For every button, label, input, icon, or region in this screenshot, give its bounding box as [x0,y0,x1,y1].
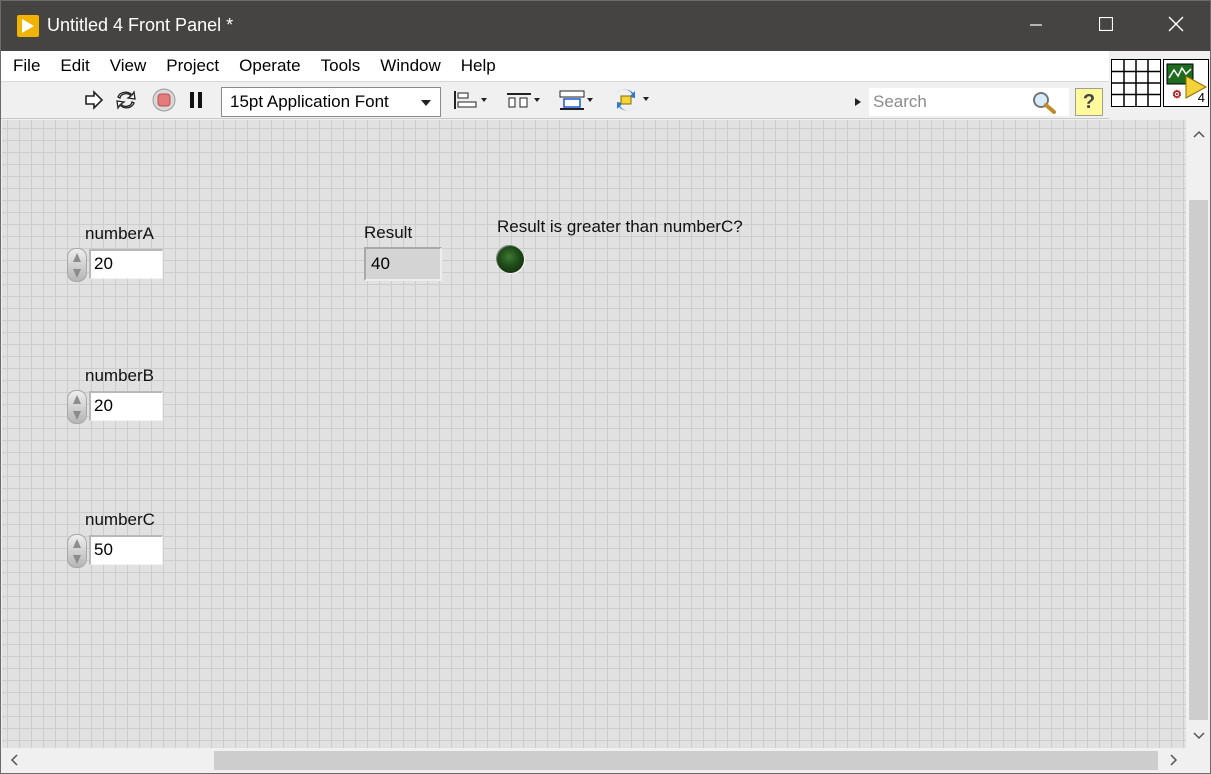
search-box [869,88,1069,116]
run-continuously-button[interactable] [113,89,139,116]
menu-edit[interactable]: Edit [50,53,99,79]
menu-tools[interactable]: Tools [311,53,371,79]
distribute-objects-button[interactable] [504,90,544,114]
numberA-label: numberA [85,224,154,243]
numberB-increment-decrement[interactable] [67,390,87,424]
svg-text:⚙: ⚙ [1172,89,1182,101]
abort-button[interactable] [151,88,177,117]
numberC-value[interactable]: 50 [89,535,163,565]
vi-icon[interactable]: ⚙ 4 [1163,59,1209,107]
result-indicator: 40 [364,247,442,281]
result-label: Result [364,223,413,242]
chevron-right-icon [1170,751,1178,771]
font-select-value: 15pt Application Font [230,92,389,111]
decrement-arrow-icon[interactable] [73,269,81,278]
minimize-button[interactable] [1001,1,1071,51]
title-bar: Untitled 4 Front Panel * [1,1,1210,51]
maximize-button[interactable] [1071,1,1141,51]
horizontal-scroll-thumb[interactable] [214,751,1158,770]
menu-bar: File Edit View Project Operate Tools Win… [1,51,1109,81]
numberC-control[interactable]: 50 [67,534,167,568]
increment-arrow-icon[interactable] [73,253,81,262]
scrollbar-corner [1187,748,1210,773]
close-button[interactable] [1141,1,1211,51]
numberC-label: numberC [85,510,155,529]
menu-project[interactable]: Project [156,53,229,79]
connector-pane[interactable] [1111,59,1161,107]
reorder-icon [612,88,652,117]
maximize-icon [1098,16,1114,36]
menu-file[interactable]: File [3,53,50,79]
numberC-increment-decrement[interactable] [67,534,87,568]
scroll-up-button[interactable] [1187,120,1210,146]
labview-app-icon [17,15,39,37]
vertical-scroll-thumb[interactable] [1189,200,1208,720]
align-objects-button[interactable] [451,90,491,114]
boolean-led-indicator [497,246,524,273]
align-objects-icon [452,89,490,116]
run-arrow-icon [84,89,104,115]
menu-view[interactable]: View [100,53,157,79]
search-input[interactable] [873,90,1023,114]
increment-arrow-icon[interactable] [73,395,81,404]
boolean-led-label: Result is greater than numberC? [497,217,743,236]
front-panel-canvas[interactable]: numberA 20 numberB 20 numberC 50 Result … [2,120,1186,748]
vertical-scrollbar[interactable] [1187,120,1210,748]
front-panel-window: Untitled 4 Front Panel * File Edit View … [0,0,1211,774]
minimize-icon [1030,16,1042,36]
run-button[interactable] [83,89,105,115]
scroll-right-button[interactable] [1162,748,1186,773]
context-help-button[interactable]: ? [1075,88,1103,116]
decrement-arrow-icon[interactable] [73,555,81,564]
numberA-value[interactable]: 20 [89,249,163,279]
numberB-control[interactable]: 20 [67,390,167,424]
triangle-right-icon [854,92,862,112]
pause-icon [188,91,204,114]
numberB-value[interactable]: 20 [89,391,163,421]
chevron-down-icon [421,100,431,106]
scroll-down-button[interactable] [1187,722,1210,748]
vi-icon-number: 4 [1197,90,1205,105]
chevron-left-icon [10,751,18,771]
decrement-arrow-icon[interactable] [73,411,81,420]
menu-window[interactable]: Window [370,53,450,79]
magnifier-icon[interactable] [1031,90,1057,119]
close-icon [1168,16,1184,37]
pause-button[interactable] [185,90,207,114]
numberA-control[interactable]: 20 [67,248,167,282]
reorder-button[interactable] [611,88,653,117]
search-expand-button[interactable] [853,90,863,114]
chevron-down-icon [1192,725,1205,745]
toolbar: 15pt Application Font ? [1,81,1109,119]
numberA-increment-decrement[interactable] [67,248,87,282]
font-select[interactable]: 15pt Application Font [221,87,441,117]
menu-help[interactable]: Help [451,53,506,79]
numberB-label: numberB [85,366,154,385]
run-continuously-icon [114,89,138,116]
chevron-up-icon [1192,123,1205,143]
window-title: Untitled 4 Front Panel * [47,15,234,35]
help-question-icon: ? [1082,90,1096,113]
resize-objects-button[interactable] [557,90,597,114]
horizontal-scrollbar[interactable] [2,748,1186,773]
increment-arrow-icon[interactable] [73,539,81,548]
resize-objects-icon [558,89,596,116]
scroll-left-button[interactable] [2,748,26,773]
abort-stop-icon [152,88,176,117]
distribute-objects-icon [505,89,543,116]
menu-operate[interactable]: Operate [229,53,310,79]
